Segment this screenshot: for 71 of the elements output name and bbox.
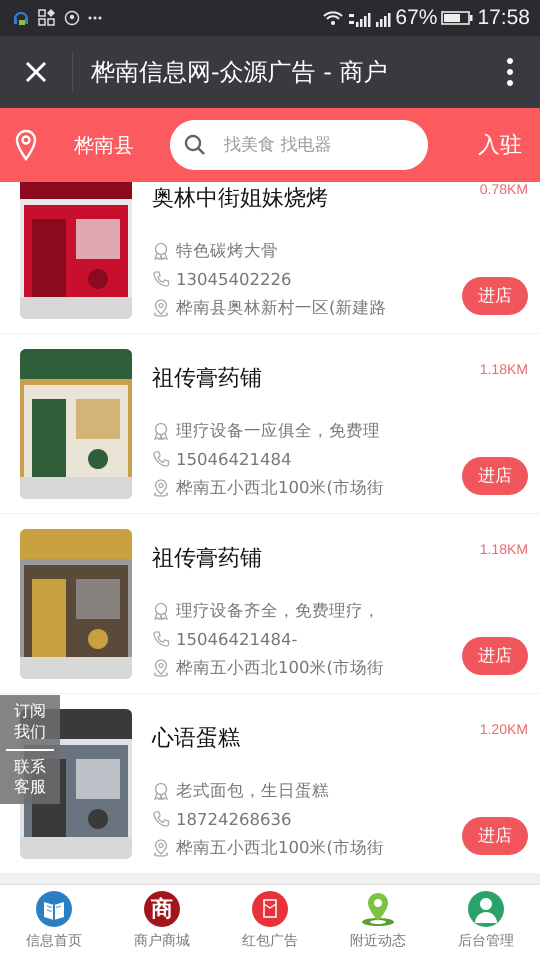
shop-card[interactable]: 祖传膏药铺 1.18KM 理疗设备齐全，免费理疗， 15046421484- 桦南五小西北100米(市场街 进店 (0, 514, 540, 693)
enter-shop-button[interactable]: 进店 (462, 276, 528, 314)
distance-text: 0.78KM (480, 182, 528, 196)
nav-tab[interactable]: 附近动态 (324, 885, 432, 960)
phone-icon (152, 270, 170, 288)
award-icon (152, 602, 170, 620)
address-text: 桦南五小西北100米(市场街 (176, 476, 384, 498)
join-button[interactable]: 入驻 (474, 130, 526, 160)
search-icon (184, 134, 206, 156)
more-icon (88, 16, 102, 20)
enter-shop-button[interactable]: 进店 (462, 636, 528, 674)
map-pin-icon (360, 891, 396, 927)
award-icon (152, 242, 170, 260)
envelope-icon (252, 891, 288, 927)
distance-text: 1.20KM (480, 720, 528, 736)
map-pin-icon (152, 298, 170, 316)
phone-icon (152, 810, 170, 828)
nav-label: 附近动态 (350, 932, 406, 950)
search-field[interactable]: 找美食 找电器 (170, 120, 428, 170)
map-pin-icon (152, 658, 170, 676)
enter-shop-button[interactable]: 进店 (462, 816, 528, 854)
feature-text: 特色碳烤大骨 (176, 240, 278, 262)
shop-name: 祖传膏药铺 (152, 364, 262, 392)
distance-text: 1.18KM (480, 360, 528, 376)
shop-icon: 商 (144, 891, 180, 927)
phone-number: 15046421484- (176, 630, 298, 648)
location-icon (64, 10, 80, 26)
shop-name: 奥林中街姐妹烧烤 (152, 184, 328, 212)
nav-label: 商户商城 (134, 932, 190, 950)
map-pin-icon (152, 478, 170, 496)
clock-time: 17:58 (477, 6, 530, 30)
nav-tab[interactable]: 信息首页 (0, 885, 108, 960)
feature-text: 理疗设备一应俱全，免费理 (176, 420, 380, 442)
feature-text: 老式面包，生日蛋糕 (176, 780, 329, 802)
window-title: 桦南信息网-众源广告 - 商户 (91, 57, 389, 88)
location-pin-icon (14, 129, 38, 161)
phone-number: 18724268636 (176, 810, 292, 828)
nav-tab[interactable]: 商 商户商城 (108, 885, 216, 960)
phone-icon (152, 630, 170, 648)
book-icon (36, 891, 72, 927)
battery-percent: 67% (395, 6, 438, 30)
enter-shop-button[interactable]: 进店 (462, 456, 528, 494)
distance-text: 1.18KM (480, 540, 528, 556)
wifi-icon (322, 9, 344, 27)
apps-icon (38, 9, 56, 27)
close-icon (24, 60, 48, 84)
phone-number: 13045402226 (176, 270, 292, 288)
location-link[interactable]: 桦南县 (74, 132, 170, 158)
map-pin-icon (152, 838, 170, 856)
shop-name: 祖传膏药铺 (152, 544, 262, 572)
shop-name: 心语蛋糕 (152, 724, 240, 752)
battery-icon (441, 10, 474, 26)
phone-number: 15046421484 (176, 450, 292, 468)
contact-button[interactable]: 联系客服 (10, 754, 50, 800)
address-text: 桦南县奥林新村一区(新建路 (176, 296, 386, 318)
nav-label: 红包广告 (242, 932, 298, 950)
shop-card[interactable]: 祖传膏药铺 1.18KM 理疗设备一应俱全，免费理 15046421484 桦南五小西北100米(市场街 进店 (0, 334, 540, 513)
person-icon (468, 891, 504, 927)
nav-tab[interactable]: 红包广告 (216, 885, 324, 960)
address-text: 桦南五小西北100米(市场街 (176, 836, 384, 858)
more-icon (506, 57, 514, 87)
nav-tab[interactable]: 后台管理 (432, 885, 540, 960)
subscribe-button[interactable]: 订阅我们 (10, 699, 50, 745)
award-icon (152, 422, 170, 440)
address-text: 桦南五小西北100米(市场街 (176, 656, 384, 678)
feature-text: 理疗设备齐全，免费理疗， (176, 600, 380, 622)
award-icon (152, 782, 170, 800)
nav-label: 信息首页 (26, 932, 82, 950)
nav-label: 后台管理 (458, 932, 514, 950)
shop-card[interactable]: 奥林中街姐妹烧烤 0.78KM 特色碳烤大骨 13045402226 桦南县奥林新村一区(新建路 进店 (0, 182, 540, 333)
phone-icon (152, 450, 170, 468)
